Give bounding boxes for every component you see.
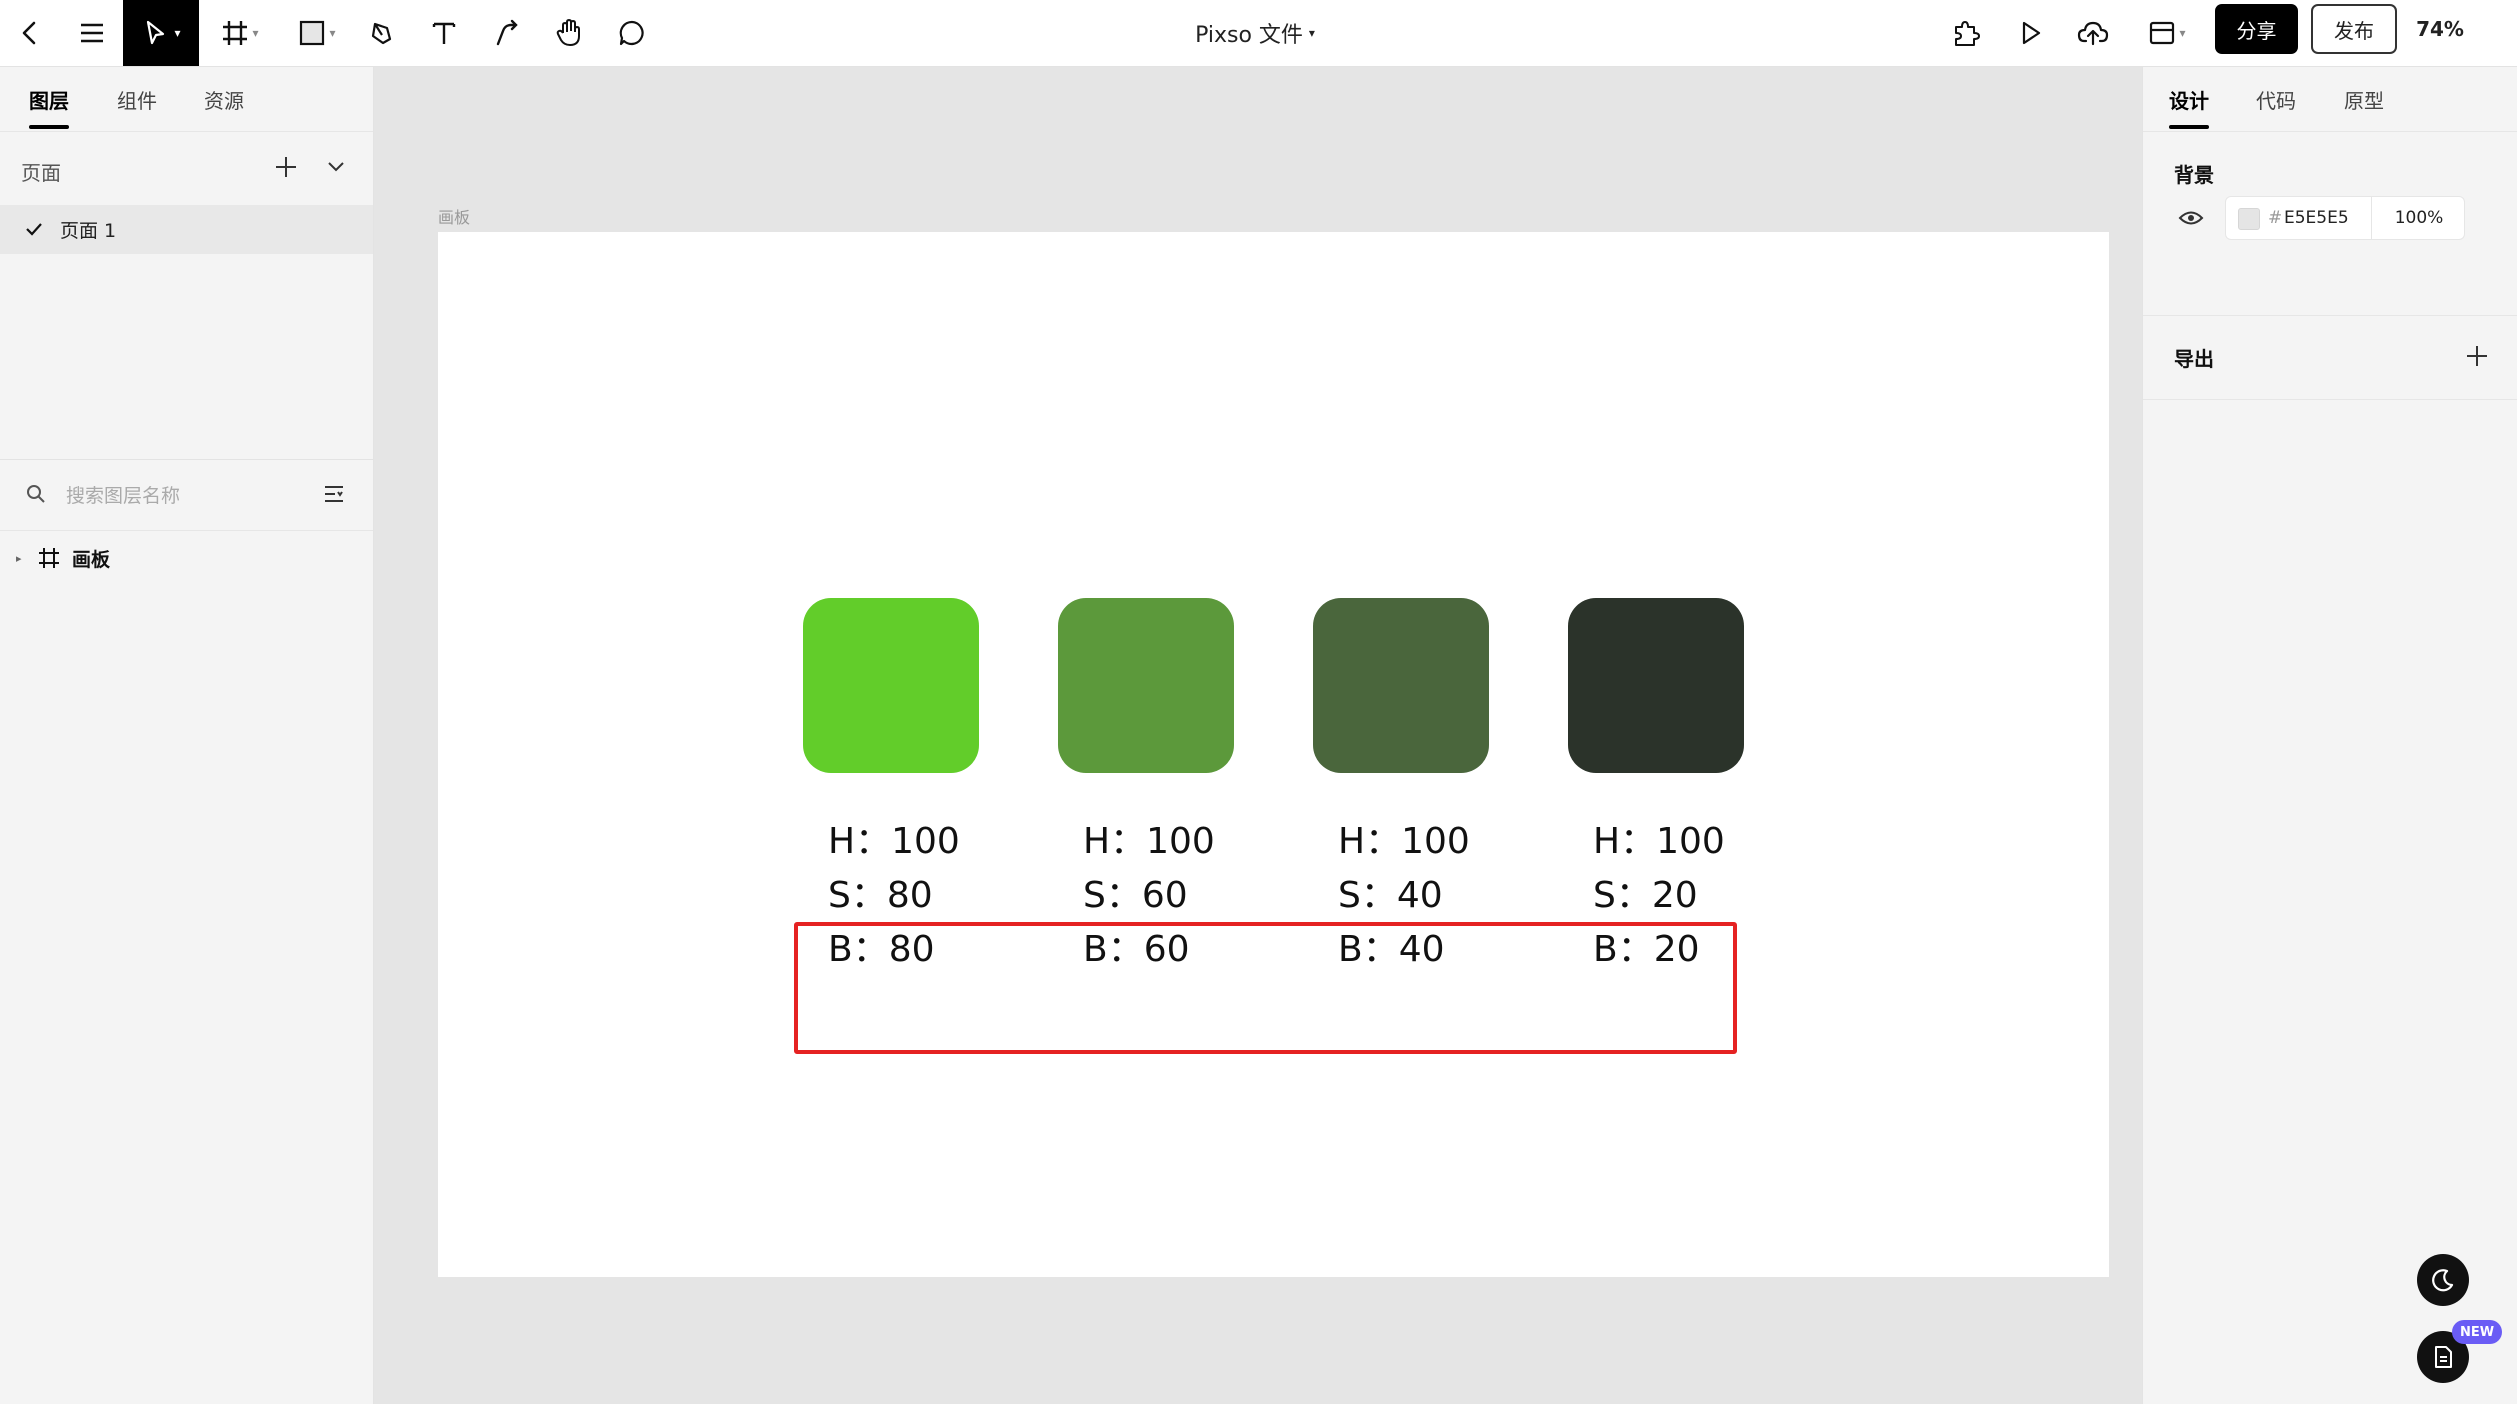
hue-label[interactable]: H：100 (828, 812, 960, 864)
pen-tool-button[interactable] (360, 0, 404, 66)
document-title-text: Pixso 文件 (1195, 23, 1303, 48)
hand-icon (556, 19, 580, 46)
move-tool-button[interactable]: ▾ (123, 0, 199, 66)
connector-tool-button[interactable] (485, 0, 529, 66)
hue-label[interactable]: H：100 (1338, 812, 1470, 864)
right-panel: 设计 代码 原型 背景 # E5E5E5 100% 导出 (2142, 67, 2517, 1404)
saturation-label[interactable]: S：40 (1338, 866, 1443, 918)
back-icon[interactable] (8, 0, 52, 66)
layout-icon (2150, 21, 2175, 45)
frame-tool-button[interactable]: ▾ (213, 0, 267, 66)
rectangle-icon (300, 20, 325, 46)
cursor-icon (147, 20, 165, 45)
frame-icon (39, 548, 59, 568)
left-panel: 图层 组件 资源 页面 页面 1 ▸ 画板 (0, 67, 374, 1404)
saturation-label[interactable]: S：20 (1593, 866, 1698, 918)
expand-arrow-icon[interactable]: ▸ (16, 552, 22, 565)
color-swatch[interactable] (803, 598, 979, 773)
hand-tool-button[interactable] (547, 0, 591, 66)
chevron-down-icon: ▾ (329, 26, 336, 40)
page-item[interactable]: 页面 1 (0, 205, 373, 254)
highlight-rectangle[interactable] (794, 922, 1737, 1054)
color-swatch[interactable] (1568, 598, 1744, 773)
text-icon (432, 22, 456, 44)
background-color-field[interactable]: # E5E5E5 100% (2225, 196, 2465, 240)
opacity-value[interactable]: 100% (2371, 197, 2466, 239)
layer-search-bar (0, 459, 373, 531)
chevron-down-icon: ▾ (174, 26, 181, 40)
chevron-down-icon: ▾ (1308, 26, 1315, 40)
color-chip[interactable] (2238, 208, 2260, 230)
theme-toggle-button[interactable] (2417, 1254, 2469, 1306)
saturation-label[interactable]: S：60 (1083, 866, 1188, 918)
tab-design[interactable]: 设计 (2169, 67, 2209, 131)
document-icon (2435, 1346, 2452, 1368)
hex-prefix: # (2268, 208, 2283, 228)
hue-label[interactable]: H：100 (1593, 812, 1725, 864)
tab-prototype[interactable]: 原型 (2344, 67, 2384, 131)
document-title[interactable]: Pixso 文件 ▾ (1100, 0, 1410, 66)
moon-icon (2432, 1269, 2454, 1292)
pen-icon (371, 22, 392, 45)
right-panel-tabs: 设计 代码 原型 (2143, 67, 2517, 131)
search-icon (27, 485, 45, 503)
color-swatch[interactable] (1058, 598, 1234, 773)
tab-components[interactable]: 组件 (117, 67, 157, 131)
layer-search-input[interactable] (66, 478, 306, 514)
new-badge: NEW (2452, 1320, 2502, 1344)
puzzle-icon (1955, 21, 1980, 46)
eye-icon[interactable] (2178, 209, 2204, 227)
layer-item-label: 画板 (72, 548, 111, 571)
share-button[interactable]: 分享 (2215, 4, 2298, 54)
hex-value[interactable]: E5E5E5 (2284, 208, 2349, 228)
layout-button[interactable]: ▾ (2135, 0, 2199, 66)
frame-label[interactable]: 画板 (438, 204, 470, 228)
color-swatch[interactable] (1313, 598, 1489, 773)
left-panel-tabs: 图层 组件 资源 (0, 67, 373, 131)
tab-code[interactable]: 代码 (2256, 67, 2296, 131)
tab-assets[interactable]: 资源 (204, 67, 244, 131)
main-menu-icon[interactable] (70, 0, 114, 66)
layer-item[interactable]: ▸ 画板 (0, 533, 373, 583)
present-button[interactable] (2008, 0, 2052, 66)
add-export-icon[interactable] (2464, 343, 2490, 369)
chevron-down-icon: ▾ (252, 26, 259, 40)
canvas[interactable]: 画板 H：100 S：80 B：80 H：100 S：60 B：60 H：100… (374, 67, 2142, 1404)
saturation-label[interactable]: S：80 (828, 866, 933, 918)
frame-icon (223, 21, 248, 45)
artboard[interactable]: H：100 S：80 B：80 H：100 S：60 B：60 H：100 S：… (438, 232, 2109, 1277)
hue-label[interactable]: H：100 (1083, 812, 1215, 864)
shape-tool-button[interactable]: ▾ (290, 0, 344, 66)
export-section: 导出 (2143, 315, 2517, 400)
text-tool-button[interactable] (422, 0, 466, 66)
top-toolbar: ▾ ▾ ▾ Pixso 文件 ▾ ▾ 分享 发布 74% (0, 0, 2517, 67)
comment-tool-button[interactable] (610, 0, 654, 66)
background-title: 背景 (2174, 163, 2214, 187)
pages-header: 页面 (0, 131, 373, 205)
chevron-down-icon[interactable] (321, 152, 351, 182)
publish-button[interactable]: 发布 (2311, 4, 2397, 54)
play-icon (2022, 21, 2041, 45)
zoom-level[interactable]: 74% (2405, 4, 2475, 54)
comment-icon (619, 20, 644, 46)
check-icon (26, 223, 42, 236)
add-page-icon[interactable] (271, 152, 301, 182)
pages-title: 页面 (21, 161, 61, 185)
chevron-down-icon: ▾ (2179, 26, 2186, 40)
cloud-upload-icon (2077, 21, 2109, 46)
connector-icon (496, 19, 518, 46)
page-item-label: 页面 1 (60, 220, 117, 242)
filter-icon[interactable] (322, 482, 346, 506)
upload-button[interactable] (2071, 0, 2115, 66)
plugins-button[interactable] (1944, 0, 1988, 66)
export-title: 导出 (2174, 347, 2214, 371)
tab-layers[interactable]: 图层 (29, 67, 69, 131)
